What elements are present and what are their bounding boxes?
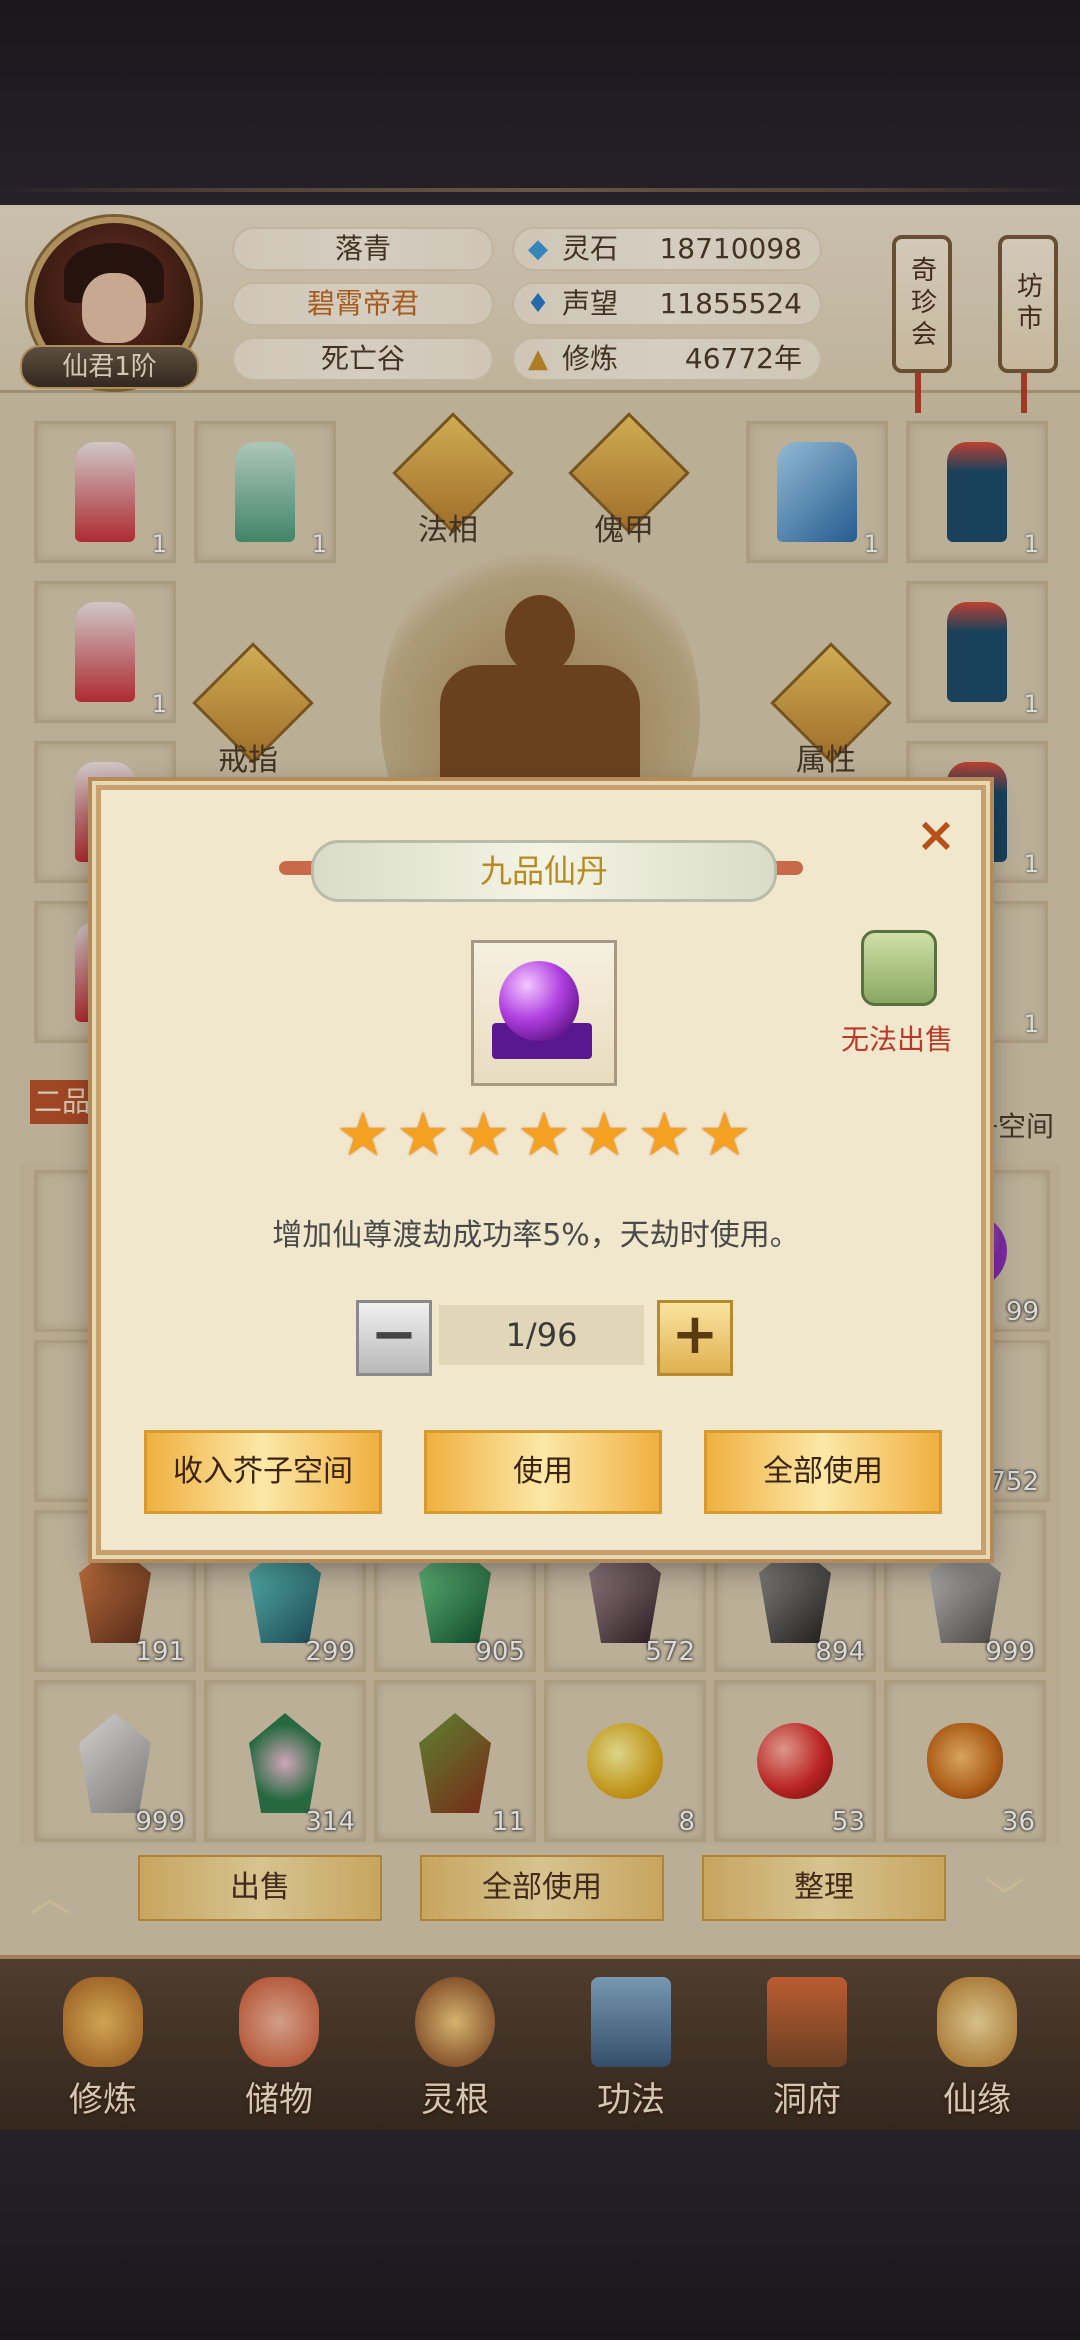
item-preview xyxy=(471,940,617,1086)
item-description: 增加仙尊渡劫成功率5%，天劫时使用。 xyxy=(272,1218,800,1253)
star-icon: ★ xyxy=(697,1100,752,1170)
star-icon: ★ xyxy=(577,1100,631,1170)
decrease-quantity-button[interactable]: − xyxy=(356,1300,432,1376)
item-detail-modal: 九品仙丹 × 无法出售 ★ ★ ★ ★ ★ ★ ★ 增加仙尊渡劫成功率5%，天劫… xyxy=(96,785,986,1555)
lock-icon xyxy=(861,930,937,1006)
unsellable-label: 无法出售 xyxy=(841,1023,954,1056)
use-button[interactable]: 使用 xyxy=(424,1430,662,1514)
increase-quantity-button[interactable]: + xyxy=(657,1300,733,1376)
quantity-display: 1/96 xyxy=(439,1305,644,1365)
close-icon[interactable]: × xyxy=(913,811,959,859)
item-title: 九品仙丹 xyxy=(311,840,777,902)
star-rating: ★ ★ ★ ★ ★ ★ ★ xyxy=(336,1105,756,1165)
store-to-space-button[interactable]: 收入芥子空间 xyxy=(144,1430,382,1514)
star-icon: ★ xyxy=(456,1100,511,1170)
use-all-modal-button[interactable]: 全部使用 xyxy=(704,1430,942,1514)
purple-pill-icon xyxy=(499,961,579,1041)
star-icon: ★ xyxy=(336,1100,390,1170)
star-icon: ★ xyxy=(516,1100,571,1170)
star-icon: ★ xyxy=(396,1100,451,1170)
star-icon: ★ xyxy=(637,1100,692,1170)
